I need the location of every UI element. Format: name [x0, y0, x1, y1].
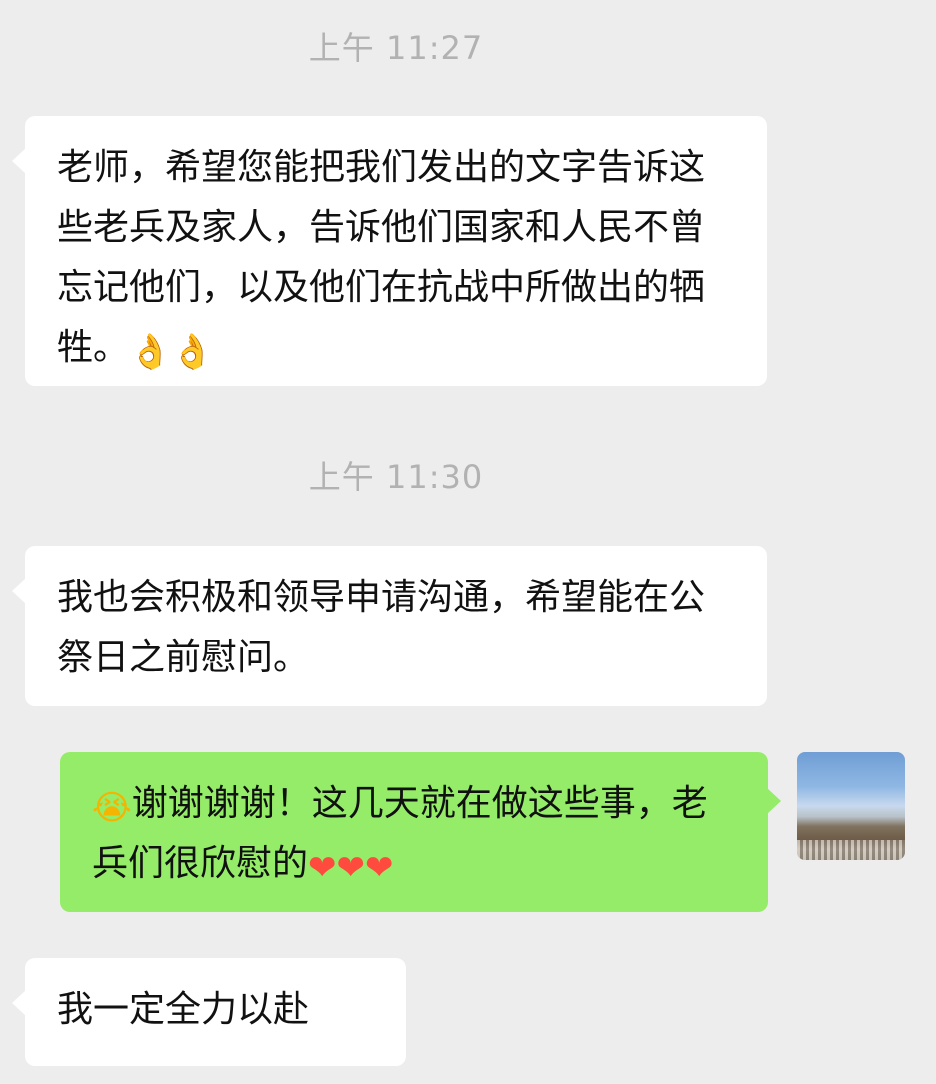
incoming-message-bubble[interactable]: 老师，希望您能把我们发出的文字告诉这些老兵及家人，告诉他们国家和人民不曾忘记他们…: [12, 116, 767, 386]
outgoing-message-bubble[interactable]: 😭谢谢谢谢！这几天就在做这些事，老兵们很欣慰的❤❤❤: [60, 752, 781, 912]
user-avatar[interactable]: [797, 752, 905, 860]
incoming-message-bubble[interactable]: 我也会积极和领导申请沟通，希望能在公祭日之前慰问。: [12, 546, 767, 706]
crying-face-icon: 😭: [92, 788, 132, 828]
message-text: 谢谢谢谢！这几天就在做这些事，老兵们很欣慰的: [92, 783, 708, 884]
incoming-message-bubble[interactable]: 我一定全力以赴: [12, 958, 406, 1066]
message-text: 我也会积极和领导申请沟通，希望能在公祭日之前慰问。: [57, 577, 706, 678]
chat-thread[interactable]: 上午 11:27 老师，希望您能把我们发出的文字告诉这些老兵及家人，告诉他们国家…: [0, 0, 936, 1084]
message-text: 我一定全力以赴: [57, 989, 310, 1030]
heart-icon: ❤❤❤: [308, 848, 394, 888]
message-timestamp: 上午 11:27: [308, 29, 484, 67]
message-timestamp: 上午 11:30: [308, 458, 484, 496]
ok-hand-icon: 👌👌: [129, 332, 214, 372]
